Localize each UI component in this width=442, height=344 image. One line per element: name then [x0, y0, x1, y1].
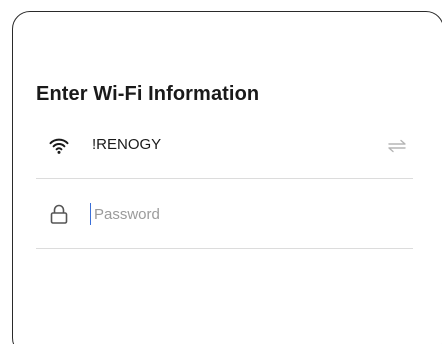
- password-row[interactable]: [36, 196, 413, 232]
- page-title: Enter Wi-Fi Information: [36, 83, 260, 105]
- divider: [36, 178, 413, 179]
- network-row[interactable]: !RENOGY: [36, 127, 413, 163]
- network-name: !RENOGY: [92, 136, 162, 153]
- divider: [36, 248, 413, 249]
- password-input[interactable]: [90, 203, 394, 225]
- lock-icon: [48, 203, 70, 225]
- switch-network-icon[interactable]: [387, 139, 407, 153]
- wifi-icon: [48, 134, 70, 156]
